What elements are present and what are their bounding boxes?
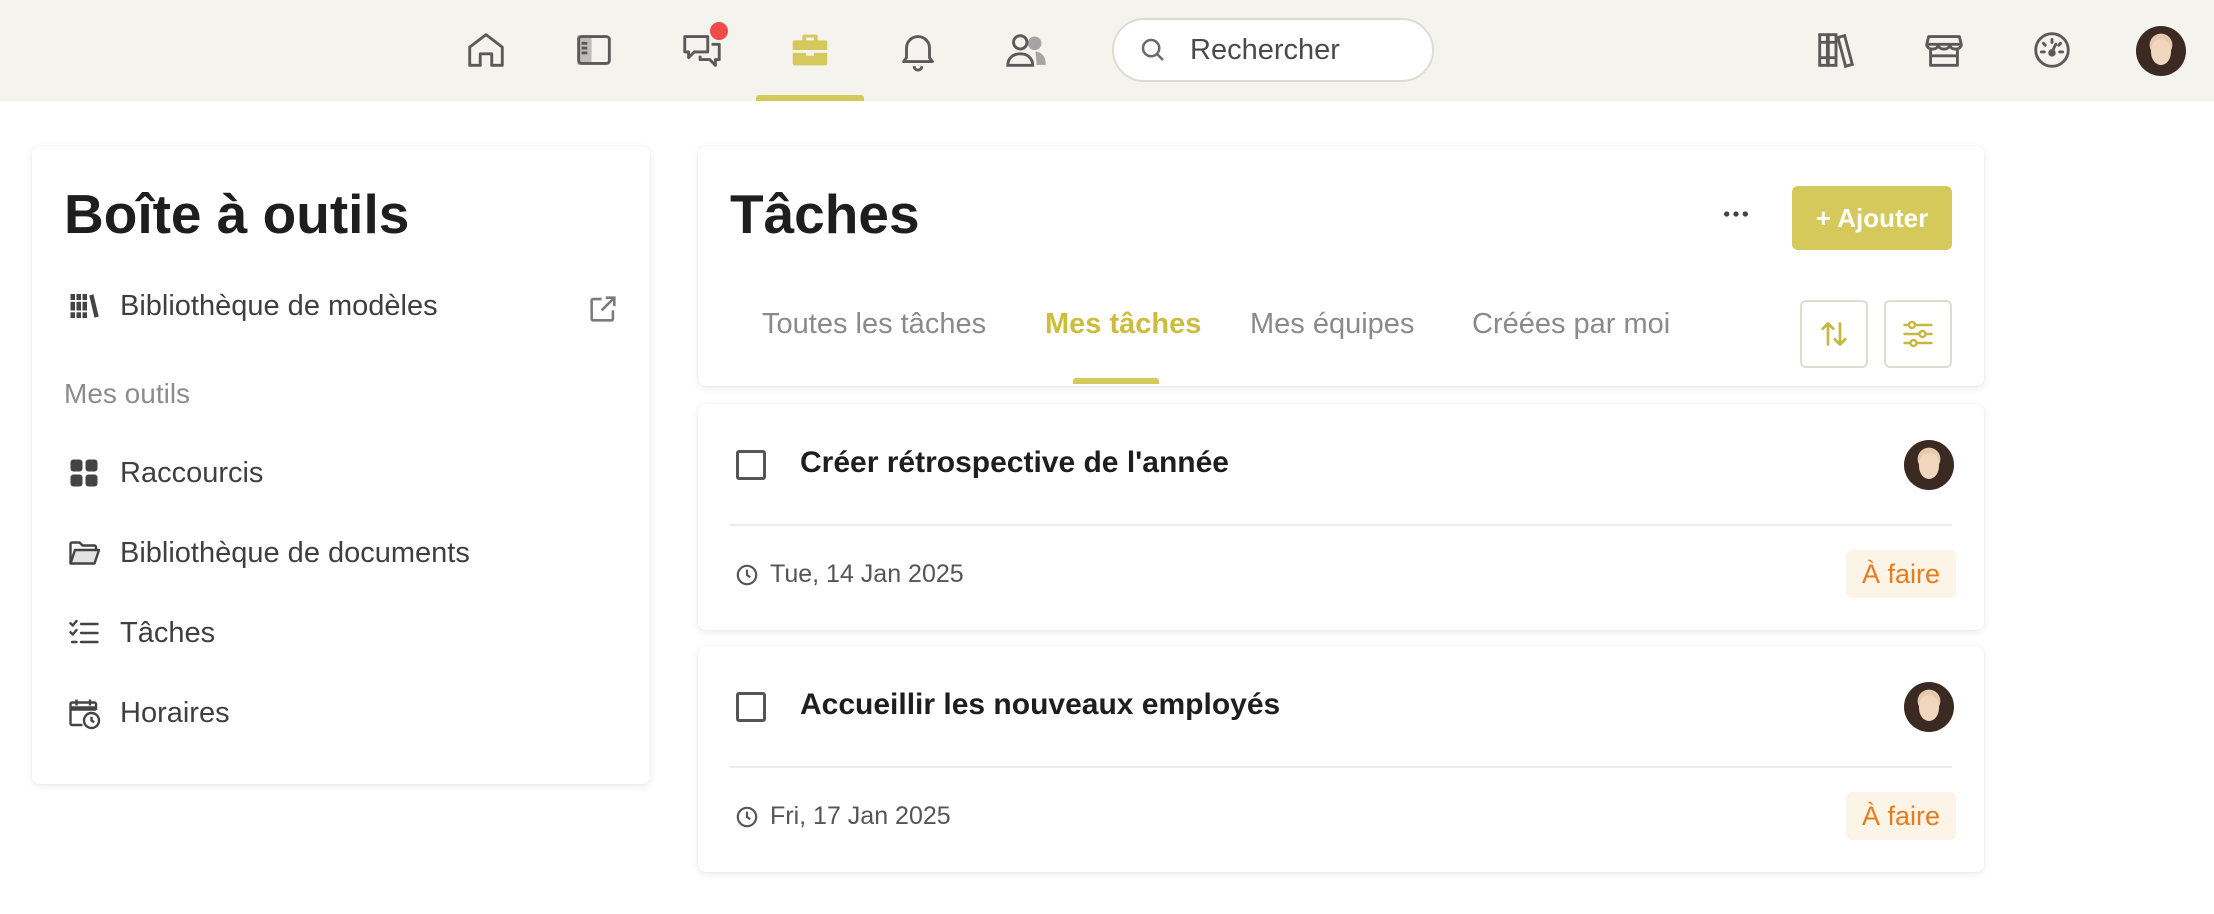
task-date-text: Fri, 17 Jan 2025 [770, 802, 951, 830]
sort-button[interactable] [1800, 300, 1868, 368]
task-title[interactable]: Accueillir les nouveaux employés [800, 688, 1280, 722]
briefcase-icon[interactable] [782, 22, 838, 78]
sort-arrows-icon [1821, 322, 1847, 346]
assignee-avatar[interactable] [1904, 682, 1954, 732]
sidebar-item-tasks[interactable]: Tâches [64, 603, 215, 663]
books-icon [64, 286, 104, 326]
notification-badge [708, 20, 730, 42]
tab-my-tasks[interactable]: Mes tâches [1045, 308, 1201, 341]
task-due-date: Tue, 14 Jan 2025 [734, 560, 964, 589]
task-title[interactable]: Créer rétrospective de l'année [800, 446, 1229, 480]
assignee-avatar[interactable] [1904, 440, 1954, 490]
task-checkbox[interactable] [736, 450, 766, 480]
sidebar-item-template-library[interactable]: Bibliothèque de modèles [64, 276, 624, 336]
task-due-date: Fri, 17 Jan 2025 [734, 802, 951, 831]
task-card[interactable]: Créer rétrospective de l'année Tue, 14 J… [698, 404, 1984, 630]
external-link-icon[interactable] [586, 292, 620, 326]
ellipsis-icon [1724, 211, 1748, 217]
sidebar-item-label: Horaires [120, 696, 230, 729]
page-title: Tâches [730, 183, 920, 245]
user-avatar[interactable] [2136, 26, 2186, 76]
home-icon[interactable] [458, 22, 514, 78]
task-card[interactable]: Accueillir les nouveaux employés Fri, 17… [698, 646, 1984, 872]
toolbox-title: Boîte à outils [64, 183, 410, 245]
divider [730, 524, 1952, 526]
grid-icon [64, 453, 104, 493]
tasks-header-panel: Tâches + Ajouter Toutes les tâches Mes t… [698, 146, 1984, 386]
sidebar-item-shortcuts[interactable]: Raccourcis [64, 443, 263, 503]
search-bar[interactable] [1112, 18, 1434, 82]
add-task-button[interactable]: + Ajouter [1792, 186, 1952, 250]
folder-open-icon [64, 533, 104, 573]
bell-icon[interactable] [890, 22, 946, 78]
sidebar-item-document-library[interactable]: Bibliothèque de documents [64, 523, 470, 583]
sidebar-item-label: Bibliothèque de documents [120, 536, 470, 569]
calendar-clock-icon [64, 693, 104, 733]
library-icon[interactable] [1808, 22, 1864, 78]
clock-icon [736, 806, 758, 827]
task-checkbox[interactable] [736, 692, 766, 722]
search-icon [1141, 38, 1164, 61]
active-nav-indicator [756, 95, 864, 101]
toolbox-panel: Boîte à outils Bibliothèque de modèles M… [32, 146, 650, 784]
more-options-button[interactable] [1708, 186, 1764, 242]
store-icon[interactable] [1916, 22, 1972, 78]
sliders-icon [1903, 320, 1933, 348]
tab-all-tasks[interactable]: Toutes les tâches [762, 308, 986, 341]
sidebar-panel-icon[interactable] [566, 22, 622, 78]
dashboard-gauge-icon[interactable] [2024, 22, 2080, 78]
status-badge: À faire [1846, 792, 1957, 840]
active-tab-indicator [1073, 378, 1159, 384]
my-tools-section-label: Mes outils [64, 378, 191, 409]
sidebar-item-label: Bibliothèque de modèles [120, 289, 438, 322]
chat-icon[interactable] [674, 20, 730, 78]
search-input[interactable] [1190, 33, 1410, 67]
filter-button[interactable] [1884, 300, 1952, 368]
status-badge: À faire [1846, 550, 1957, 598]
people-icon[interactable] [998, 22, 1054, 78]
sidebar-item-schedules[interactable]: Horaires [64, 683, 230, 743]
task-date-text: Tue, 14 Jan 2025 [770, 560, 964, 588]
divider [730, 766, 1952, 768]
tab-my-teams[interactable]: Mes équipes [1250, 308, 1414, 341]
sidebar-item-label: Raccourcis [120, 456, 264, 489]
clock-icon [736, 564, 758, 585]
top-navigation-bar [0, 0, 2214, 101]
tab-created-by-me[interactable]: Créées par moi [1472, 308, 1670, 341]
sidebar-item-label: Tâches [120, 616, 216, 649]
checklist-icon [64, 613, 104, 653]
